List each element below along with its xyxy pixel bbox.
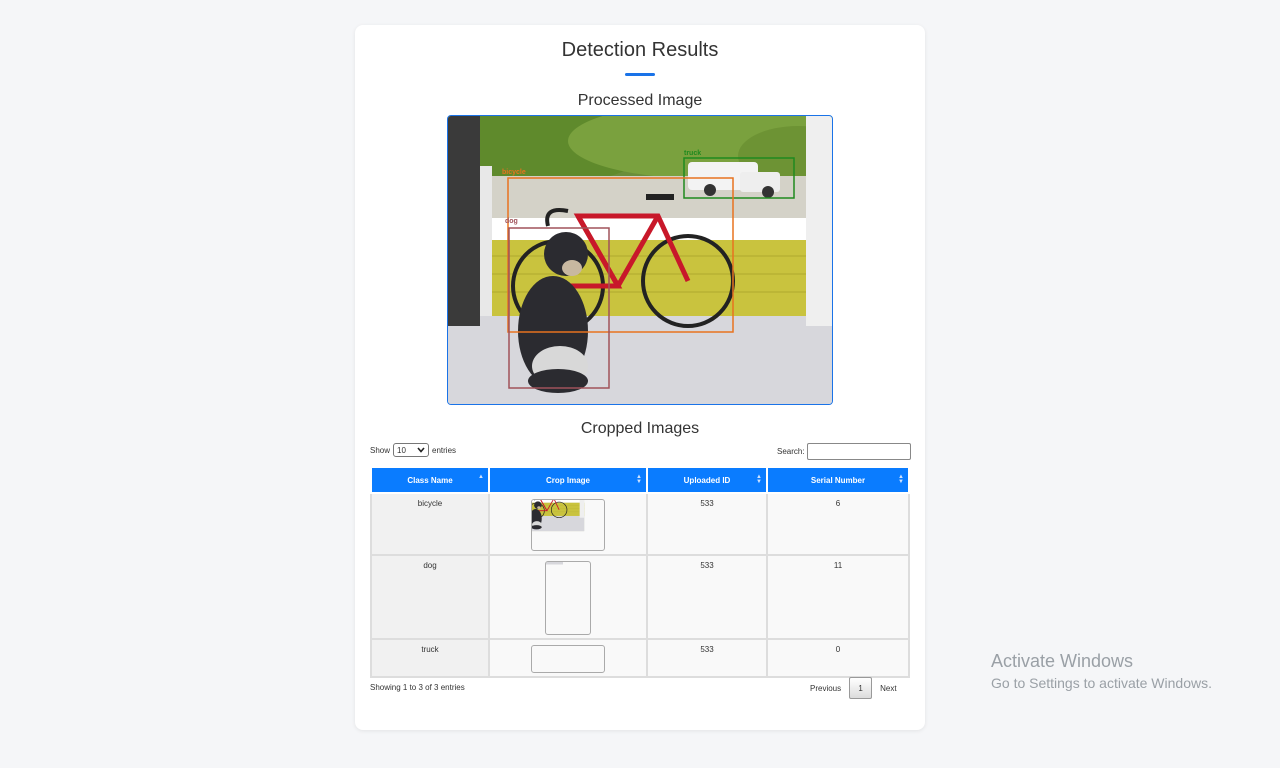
watermark-subtitle: Go to Settings to activate Windows. [991,675,1212,691]
cell-class-name: dog [370,554,490,640]
dog-box-label: dog [505,218,518,225]
cell-serial-number: 11 [766,554,910,640]
sort-icon: ▲ ▼ [898,474,904,485]
cell-serial-number: 6 [766,492,910,556]
next-button[interactable]: Next [875,684,901,693]
cropped-images-heading: Cropped Images [580,420,700,437]
watermark-title: Activate Windows [991,651,1134,671]
cell-crop-image [488,638,648,678]
cell-crop-image [488,554,648,640]
cell-uploaded-id: 533 [646,492,768,556]
sort-icon: ▲ ▼ [756,474,762,485]
column-header-uploaded-id[interactable]: Uploaded ID ▲ ▼ [646,466,768,494]
search-input[interactable] [806,443,911,460]
table-info: Showing 1 to 3 of 3 entries [370,683,465,692]
column-header-class-name[interactable]: Class Name ▲ [370,466,490,494]
processed-image: truck bicycle dog [447,115,833,405]
entries-length-select[interactable]: 10 [393,443,430,457]
bicycle-box-label: bicycle [502,169,526,176]
results-card: Detection Results Processed Image truck … [355,25,925,730]
windows-activation-watermark: Activate Windows Go to Settings to activ… [991,651,1212,691]
table-row: dog 533 11 [370,554,910,640]
previous-button[interactable]: Previous [805,684,846,693]
sort-icon: ▲ ▼ [636,474,642,485]
entries-length-value: 10 [397,445,406,455]
entries-label: entries [432,445,457,455]
column-header-serial-number[interactable]: Serial Number ▲ ▼ [766,466,910,494]
crop-image-dog[interactable] [545,561,591,635]
pagination: Previous 1 Next [805,677,902,699]
cell-serial-number: 0 [766,638,910,678]
crop-image-bicycle[interactable] [531,499,605,551]
truck-box-label: truck [684,150,701,157]
processed-image-heading: Processed Image [577,92,703,109]
cell-class-name: truck [370,638,490,678]
table-header-row: Class Name ▲ Crop Image ▲ ▼ Uploaded ID ▲… [370,466,910,494]
page-title: Detection Results [561,39,719,61]
column-header-crop-image[interactable]: Crop Image ▲ ▼ [488,466,648,494]
cell-crop-image [488,492,648,556]
show-label: Show [370,445,391,455]
crop-image-truck[interactable] [531,645,605,673]
cropped-images-table: Class Name ▲ Crop Image ▲ ▼ Uploaded ID ▲… [370,466,910,678]
table-row: bicycle 533 6 [370,492,910,556]
chevron-down-icon [417,446,425,455]
cell-uploaded-id: 533 [646,554,768,640]
title-underline [625,73,655,76]
page-button-current[interactable]: 1 [849,677,873,699]
search-label: Search: [777,447,805,456]
entries-length-control: Show 10 entries [370,443,456,457]
cell-uploaded-id: 533 [646,638,768,678]
table-row: truck 533 0 [370,638,910,678]
sort-ascending-icon: ▲ [478,474,484,480]
cell-class-name: bicycle [370,492,490,556]
table-search: Search: [777,443,911,460]
